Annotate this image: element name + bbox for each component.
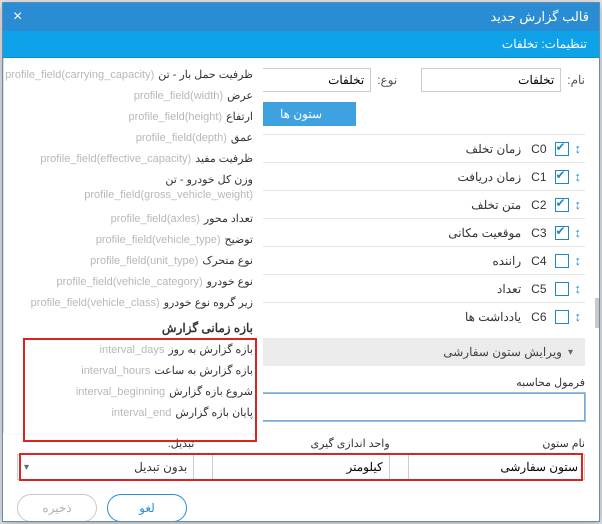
attr-label-en: interval_beginning bbox=[76, 386, 165, 398]
type-input[interactable] bbox=[261, 68, 371, 92]
custom-column-title: ویرایش ستون سفارشی bbox=[443, 345, 562, 359]
column-checkbox[interactable] bbox=[555, 198, 569, 212]
cancel-button[interactable]: لغو bbox=[107, 494, 187, 521]
drag-handle-icon[interactable]: ↕ bbox=[575, 253, 582, 268]
attribute-item[interactable]: ظرفیت مفید profile_field(effective_capac… bbox=[12, 148, 255, 169]
attr-label-fa: پایان بازه گزارش bbox=[175, 406, 253, 419]
drag-handle-icon[interactable]: ↕ bbox=[575, 141, 582, 156]
attr-label-en: interval_end bbox=[111, 407, 171, 419]
column-checkbox[interactable] bbox=[555, 142, 569, 156]
attr-label-fa: ظرفیت حمل بار - تن bbox=[158, 68, 253, 81]
attr-label-fa: توضيح bbox=[224, 233, 253, 246]
measure-input[interactable] bbox=[212, 454, 389, 480]
column-id: C6 bbox=[531, 310, 546, 324]
column-id: C0 bbox=[531, 142, 546, 156]
drag-handle-icon[interactable]: ↕ bbox=[575, 225, 582, 240]
attribute-panel[interactable]: ظرفیت حمل بار - تن profile_field(carryin… bbox=[3, 58, 263, 433]
convert-label: تبدیل: bbox=[17, 437, 194, 450]
attr-label-fa: زیر گروه نوع خودرو bbox=[164, 296, 253, 309]
attr-label-en: profile_field(gross_vehicle_weight) bbox=[84, 189, 253, 201]
attr-label-en: profile_field(vehicle_type) bbox=[96, 234, 221, 246]
drag-handle-icon[interactable]: ↕ bbox=[575, 169, 582, 184]
attr-label-en: profile_field(unit_type) bbox=[90, 255, 198, 267]
attr-label-fa: ظرفیت مفید bbox=[195, 152, 253, 165]
attribute-item[interactable]: وزن کل خودرو - تن profile_field(gross_veh… bbox=[12, 169, 255, 208]
custom-fields-row: نام ستون واحد اندازی گیری تبدیل: بدون تب… bbox=[3, 425, 599, 480]
attribute-item[interactable]: عمق profile_field(depth) bbox=[12, 127, 255, 148]
attr-label-fa: وزن کل خودرو - تن bbox=[165, 174, 253, 186]
attr-label-en: profile_field(depth) bbox=[136, 132, 227, 144]
column-checkbox[interactable] bbox=[555, 226, 569, 240]
attr-label-fa: بازه گزارش به روز bbox=[168, 343, 253, 356]
chevron-down-icon: ▾ bbox=[24, 462, 29, 473]
attr-label-fa: ارتفاع bbox=[226, 110, 253, 123]
attr-label-fa: شروع بازه گزارش bbox=[169, 385, 253, 398]
column-id: C2 bbox=[531, 198, 546, 212]
attr-label-en: profile_field(height) bbox=[129, 111, 223, 123]
attribute-item[interactable]: پایان بازه گزارش interval_end bbox=[12, 402, 255, 423]
save-button[interactable]: ذخیره bbox=[17, 494, 97, 521]
attribute-item[interactable]: زیر گروه نوع خودرو profile_field(vehicle… bbox=[12, 292, 255, 313]
attr-label-en: profile_field(width) bbox=[134, 90, 223, 102]
dialog-body: نام: نوع: ستون ها ↕C0زمان تخلف↕C1زمان در… bbox=[3, 58, 599, 521]
convert-value: بدون تبدیل bbox=[134, 460, 187, 474]
scrollbar-thumb[interactable] bbox=[595, 298, 599, 328]
column-id: C1 bbox=[531, 170, 546, 184]
attribute-item[interactable]: عرض profile_field(width) bbox=[12, 85, 255, 106]
attribute-item[interactable]: نوع خودرو profile_field(vehicle_category… bbox=[12, 271, 255, 292]
attr-label-fa: عرض bbox=[227, 89, 253, 102]
attr-label-fa: نوع خودرو bbox=[207, 275, 253, 288]
column-id: C3 bbox=[531, 226, 546, 240]
close-icon[interactable]: × bbox=[13, 10, 22, 24]
attr-label-en: profile_field(carrying_capacity) bbox=[5, 69, 154, 81]
attribute-item[interactable]: ظرفیت حمل بار - تن profile_field(carryin… bbox=[12, 64, 255, 85]
attribute-item[interactable]: تعداد محور profile_field(axles) bbox=[12, 208, 255, 229]
column-id: C5 bbox=[531, 282, 546, 296]
titlebar: قالب گزارش جدید × bbox=[3, 3, 599, 31]
attr-label-en: profile_field(axles) bbox=[111, 213, 200, 225]
attribute-group-header: بازه زمانی گزارش bbox=[12, 313, 255, 339]
attribute-item[interactable]: نوع متحرک profile_field(unit_type) bbox=[12, 250, 255, 271]
attribute-item[interactable]: توضيح profile_field(vehicle_type) bbox=[12, 229, 255, 250]
column-id: C4 bbox=[531, 254, 546, 268]
attr-label-fa: نوع متحرک bbox=[202, 254, 253, 267]
name-input[interactable] bbox=[421, 68, 561, 92]
attr-label-fa: تعداد محور bbox=[204, 212, 253, 225]
dialog: قالب گزارش جدید × تنظیمات: تخلفات نام: ن… bbox=[2, 2, 600, 522]
dialog-title: قالب گزارش جدید bbox=[22, 9, 589, 25]
attr-label-en: interval_hours bbox=[81, 365, 150, 377]
attribute-item[interactable]: بازه گزارش به ساعت interval_hours bbox=[12, 360, 255, 381]
attr-label-en: profile_field(vehicle_category) bbox=[56, 276, 202, 288]
convert-select[interactable]: بدون تبدیل ▾ bbox=[17, 454, 194, 480]
measure-label: واحد اندازی گیری bbox=[212, 437, 389, 450]
dialog-footer: لغو ذخیره bbox=[3, 480, 599, 521]
name-label: نام: bbox=[567, 73, 585, 87]
tab-violations[interactable]: تنظیمات: تخلفات bbox=[502, 37, 587, 51]
settings-tabs: تنظیمات: تخلفات bbox=[3, 31, 599, 58]
attribute-item[interactable]: شروع بازه گزارش interval_beginning bbox=[12, 381, 255, 402]
attribute-item[interactable]: بازه گزارش به روز interval_days bbox=[12, 339, 255, 360]
drag-handle-icon[interactable]: ↕ bbox=[575, 309, 582, 324]
attr-label-en: profile_field(vehicle_class) bbox=[31, 297, 160, 309]
type-label: نوع: bbox=[377, 73, 397, 87]
column-checkbox[interactable] bbox=[555, 310, 569, 324]
column-checkbox[interactable] bbox=[555, 170, 569, 184]
caret-down-icon: ▾ bbox=[568, 347, 573, 358]
drag-handle-icon[interactable]: ↕ bbox=[575, 197, 582, 212]
drag-handle-icon[interactable]: ↕ bbox=[575, 281, 582, 296]
colname-input[interactable] bbox=[408, 454, 585, 480]
column-checkbox[interactable] bbox=[555, 254, 569, 268]
attr-label-en: profile_field(effective_capacity) bbox=[40, 153, 191, 165]
column-checkbox[interactable] bbox=[555, 282, 569, 296]
attr-label-en: interval_days bbox=[100, 344, 165, 356]
attr-label-fa: عمق bbox=[231, 131, 253, 144]
attr-label-fa: بازه گزارش به ساعت bbox=[154, 364, 253, 377]
colname-label: نام ستون bbox=[408, 437, 585, 450]
attribute-item[interactable]: ارتفاع profile_field(height) bbox=[12, 106, 255, 127]
